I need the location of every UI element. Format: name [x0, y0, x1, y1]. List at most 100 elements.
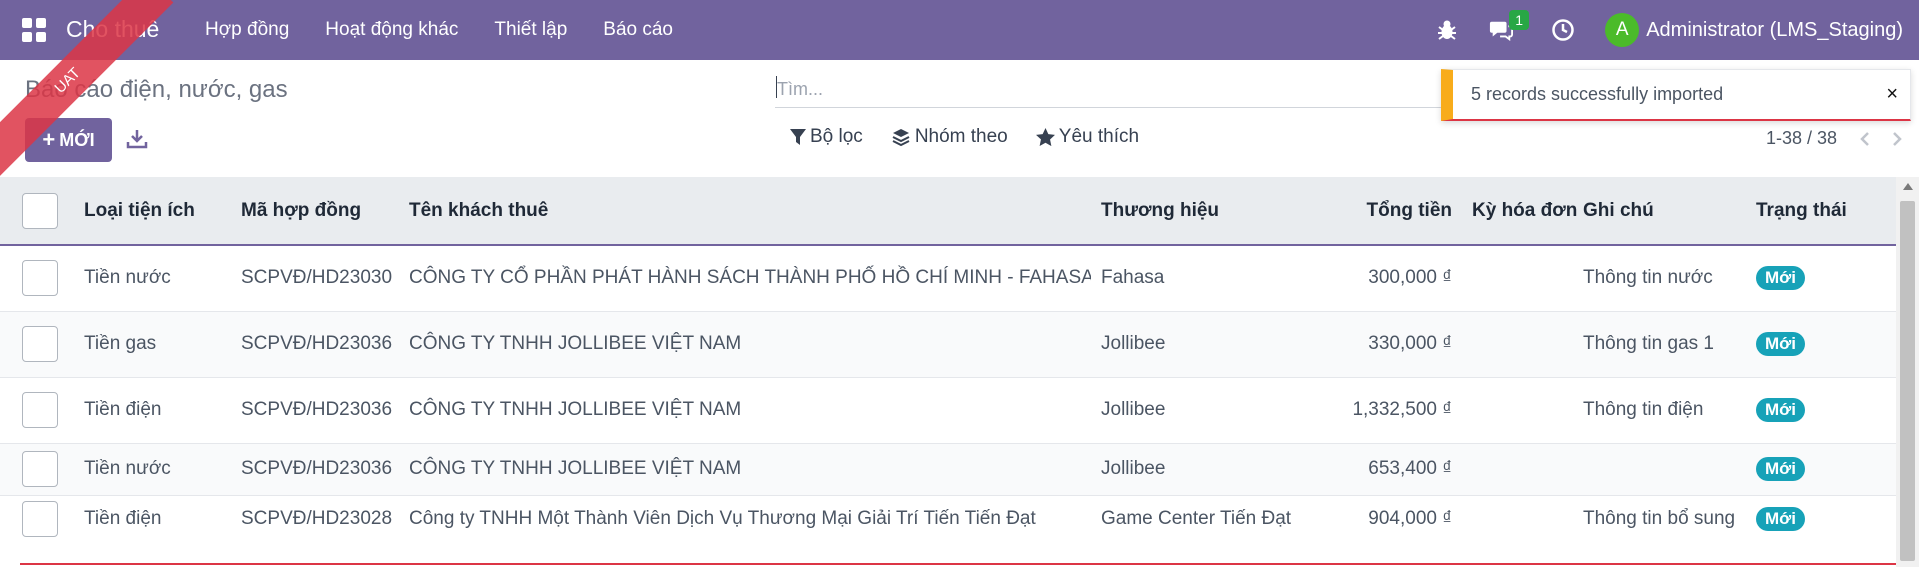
table-row[interactable]: Tiền nước SCPVĐ/HD23036 CÔNG TY TNHH JOL… — [0, 442, 1896, 495]
user-name: Administrator (LMS_Staging) — [1646, 18, 1903, 41]
cell-total[interactable]: 1,332,500 ₫ — [1325, 376, 1462, 443]
cell-type[interactable]: Tiền điện — [74, 494, 231, 543]
page-title: Báo cáo điện, nước, gas — [25, 76, 288, 103]
table-row[interactable]: Tiền nước SCPVĐ/HD23030 CÔNG TY CỔ PHẦN … — [0, 244, 1896, 311]
records-table: Loại tiện ích Mã hợp đồng Tên khách thuê… — [0, 177, 1896, 543]
row-select-cell — [0, 310, 74, 377]
pager-value[interactable]: 1-38 / 38 — [1766, 128, 1837, 149]
cell-total[interactable]: 330,000 ₫ — [1325, 310, 1462, 377]
chat-icon[interactable]: 1 — [1489, 10, 1530, 42]
main-menu: Hợp đồng Hoạt động khác Thiết lập Báo cá… — [205, 0, 709, 60]
column-header-note[interactable]: Ghi chú — [1573, 177, 1746, 246]
new-button-label: MỚI — [59, 129, 95, 150]
table-row[interactable]: Tiền điện SCPVĐ/HD23036 CÔNG TY TNHH JOL… — [0, 376, 1896, 443]
close-icon[interactable]: × — [1886, 84, 1898, 104]
row-checkbox[interactable] — [22, 451, 58, 487]
cell-note[interactable] — [1573, 442, 1746, 495]
cell-period[interactable] — [1462, 442, 1573, 495]
chat-count-badge: 1 — [1509, 10, 1530, 30]
user-menu[interactable]: A Administrator (LMS_Staging) — [1605, 13, 1903, 47]
cell-contract[interactable]: SCPVĐ/HD23028 — [231, 494, 399, 543]
row-checkbox[interactable] — [22, 392, 58, 428]
search-input[interactable] — [775, 72, 1455, 108]
cell-contract[interactable]: SCPVĐ/HD23036 — [231, 376, 399, 443]
cell-contract[interactable]: SCPVĐ/HD23030 — [231, 244, 399, 311]
row-checkbox[interactable] — [22, 260, 58, 297]
cell-status[interactable]: Mới — [1746, 442, 1896, 495]
column-header-status[interactable]: Trạng thái — [1746, 177, 1896, 246]
column-header-total[interactable]: Tổng tiền — [1325, 177, 1462, 246]
status-badge: Mới — [1756, 457, 1805, 481]
clock-icon[interactable] — [1551, 18, 1575, 42]
menu-item-other-activities[interactable]: Hoạt động khác — [325, 19, 458, 41]
scroll-up-icon[interactable] — [1903, 183, 1913, 190]
layers-icon — [892, 129, 910, 147]
cell-status[interactable]: Mới — [1746, 376, 1896, 443]
column-header-brand[interactable]: Thương hiệu — [1091, 177, 1325, 246]
cell-tenant[interactable]: CÔNG TY TNHH JOLLIBEE VIỆT NAM — [399, 376, 1091, 443]
pager-previous-icon[interactable] — [1855, 129, 1875, 149]
column-header-type[interactable]: Loại tiện ích — [74, 177, 231, 246]
cell-tenant[interactable]: CÔNG TY TNHH JOLLIBEE VIỆT NAM — [399, 310, 1091, 377]
search-filters: Bộ lọc Nhóm theo Yêu thích — [790, 126, 1167, 148]
cell-status[interactable]: Mới — [1746, 244, 1896, 311]
row-checkbox[interactable] — [22, 326, 58, 362]
cell-brand[interactable]: Game Center Tiến Đạt — [1091, 494, 1325, 543]
new-button[interactable]: + MỚI — [25, 118, 112, 162]
cell-note[interactable]: Thông tin bổ sung — [1573, 494, 1746, 543]
cell-period[interactable] — [1462, 244, 1573, 311]
bug-icon[interactable] — [1435, 18, 1459, 42]
cell-tenant[interactable]: Công ty TNHH Một Thành Viên Dịch Vụ Thươ… — [399, 494, 1091, 543]
cell-total[interactable]: 653,400 ₫ — [1325, 442, 1462, 495]
cell-brand[interactable]: Jollibee — [1091, 310, 1325, 377]
cell-period[interactable] — [1462, 376, 1573, 443]
download-icon[interactable] — [126, 128, 148, 150]
cell-type[interactable]: Tiền nước — [74, 442, 231, 495]
filter-button[interactable]: Bộ lọc — [790, 126, 863, 148]
table-row[interactable]: Tiền điện SCPVĐ/HD23028 Công ty TNHH Một… — [0, 494, 1896, 543]
row-checkbox[interactable] — [22, 501, 58, 538]
cell-contract[interactable]: SCPVĐ/HD23036 — [231, 442, 399, 495]
group-by-button[interactable]: Nhóm theo — [891, 126, 1008, 148]
pager-next-icon[interactable] — [1887, 129, 1907, 149]
column-header-contract[interactable]: Mã hợp đồng — [231, 177, 399, 246]
cell-period[interactable] — [1462, 310, 1573, 377]
cell-brand[interactable]: Jollibee — [1091, 376, 1325, 443]
cell-brand[interactable]: Fahasa — [1091, 244, 1325, 311]
menu-item-settings[interactable]: Thiết lập — [494, 19, 567, 41]
cell-total[interactable]: 300,000 ₫ — [1325, 244, 1462, 311]
cell-status[interactable]: Mới — [1746, 494, 1896, 543]
menu-item-reports[interactable]: Báo cáo — [603, 19, 673, 41]
cell-tenant[interactable]: CÔNG TY CỔ PHẦN PHÁT HÀNH SÁCH THÀNH PHỐ… — [399, 244, 1091, 311]
list-view: Loại tiện ích Mã hợp đồng Tên khách thuê… — [0, 177, 1896, 567]
cell-type[interactable]: Tiền nước — [74, 244, 231, 311]
vertical-scrollbar[interactable] — [1896, 177, 1919, 567]
cell-note[interactable]: Thông tin điện — [1573, 376, 1746, 443]
select-all-checkbox[interactable] — [22, 192, 58, 229]
row-select-cell — [0, 376, 74, 443]
favorites-button[interactable]: Yêu thích — [1035, 126, 1139, 148]
cell-status[interactable]: Mới — [1746, 310, 1896, 377]
table-header-row: Loại tiện ích Mã hợp đồng Tên khách thuê… — [0, 177, 1896, 246]
menu-item-contracts[interactable]: Hợp đồng — [205, 19, 289, 41]
cell-contract[interactable]: SCPVĐ/HD23036 — [231, 310, 399, 377]
validation-underline — [20, 563, 1896, 565]
cell-period[interactable] — [1462, 494, 1573, 543]
cell-total[interactable]: 904,000 ₫ — [1325, 494, 1462, 543]
column-header-period[interactable]: Kỳ hóa đơn — [1462, 177, 1577, 246]
cell-note[interactable]: Thông tin nước — [1573, 244, 1746, 311]
scrollbar-thumb[interactable] — [1900, 201, 1915, 561]
apps-menu-icon[interactable] — [22, 18, 46, 42]
cell-type[interactable]: Tiền gas — [74, 310, 231, 377]
plus-icon: + — [42, 127, 56, 152]
cell-tenant[interactable]: CÔNG TY TNHH JOLLIBEE VIỆT NAM — [399, 442, 1091, 495]
column-header-tenant[interactable]: Tên khách thuê — [399, 177, 1091, 246]
row-select-cell — [0, 494, 74, 543]
cell-brand[interactable]: Jollibee — [1091, 442, 1325, 495]
cell-type[interactable]: Tiền điện — [74, 376, 231, 443]
filter-label: Bộ lọc — [810, 126, 863, 147]
app-brand[interactable]: Cho thuê — [66, 16, 159, 43]
table-row[interactable]: Tiền gas SCPVĐ/HD23036 CÔNG TY TNHH JOLL… — [0, 310, 1896, 377]
status-badge: Mới — [1756, 507, 1805, 532]
cell-note[interactable]: Thông tin gas 1 — [1573, 310, 1746, 377]
